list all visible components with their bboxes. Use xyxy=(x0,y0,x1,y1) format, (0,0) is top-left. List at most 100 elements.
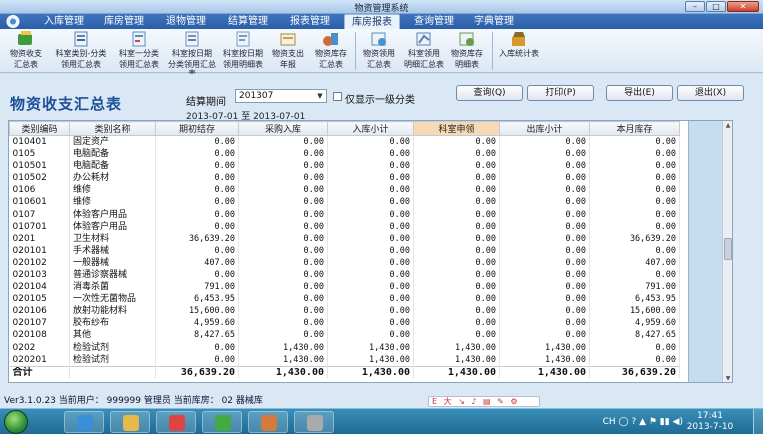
table-cell: 0.00 xyxy=(499,293,590,306)
table-row[interactable]: 0201 卫生材料 36,639.20 0.00 0.00 0.00 0.00 36,639.… xyxy=(9,232,680,245)
taskbar-app-paint[interactable] xyxy=(248,411,288,433)
col-header-name[interactable]: 类别名称 xyxy=(69,121,156,136)
period-select[interactable]: 201307 ▼ xyxy=(235,89,327,103)
table-row[interactable]: 0107 体验客户用品 0.00 0.00 0.00 0.00 0.00 0.00 xyxy=(9,208,680,221)
clock-date[interactable]: 2013-7-10 xyxy=(683,422,737,432)
export-button[interactable]: 导出(E) xyxy=(606,85,673,101)
menu-dictionary[interactable]: 字典管理 xyxy=(468,14,520,29)
start-button[interactable] xyxy=(4,410,28,434)
table-row[interactable]: 010601 维修 0.00 0.00 0.00 0.00 0.00 0.00 xyxy=(9,196,680,209)
table-row[interactable]: 020105 一次性无菌物品 6,453.95 0.00 0.00 0.00 0.00 6,4… xyxy=(9,293,680,306)
maximize-button[interactable]: □ xyxy=(706,1,726,12)
tool-inbound-stats[interactable]: 入库统计表 xyxy=(496,31,542,71)
table-row[interactable]: 010701 体验客户用品 0.00 0.00 0.00 0.00 0.00 0.00 xyxy=(9,220,680,233)
table-row[interactable]: 020108 其他 8,427.65 0.00 0.00 0.00 0.00 8,427.65 xyxy=(9,329,680,342)
query-button[interactable]: 查询(Q) xyxy=(456,85,523,101)
menu-inbound[interactable]: 入库管理 xyxy=(38,14,90,29)
col-header-opening[interactable]: 期初结存 xyxy=(155,121,239,136)
scroll-down-icon[interactable]: ▼ xyxy=(724,375,732,382)
table-cell: 0.00 xyxy=(238,268,328,282)
table-row[interactable]: 020103 普通诊察器械 0.00 0.00 0.00 0.00 0.00 0.00 xyxy=(9,268,680,282)
table-cell: 0.00 xyxy=(327,184,414,197)
tool-date-detail[interactable]: 科室按日期 领用明细表 xyxy=(220,31,266,71)
table-cell: 1,430.00 xyxy=(413,353,500,367)
tool-dept-class[interactable]: 科室一分类 领用汇总表 xyxy=(114,31,164,71)
menu-return[interactable]: 退物管理 xyxy=(160,14,212,29)
table-cell: 0.00 xyxy=(499,232,590,245)
col-header-inbound-subtotal[interactable]: 入库小计 xyxy=(327,121,414,136)
table-row[interactable]: 010502 办公耗材 0.00 0.00 0.00 0.00 0.00 0.00 xyxy=(9,172,680,185)
chevron-down-icon[interactable]: ▼ xyxy=(315,91,325,101)
table-cell: 0.00 xyxy=(499,256,590,269)
exit-button[interactable]: 退出(X) xyxy=(677,85,744,101)
tool-stock-detail[interactable]: 物资库存 明细表 xyxy=(446,31,488,71)
table-cell: 0.00 xyxy=(589,184,680,197)
table-cell: 0.00 xyxy=(238,281,328,294)
col-header-purchase[interactable]: 采购入库 xyxy=(238,121,328,136)
tool-date-class[interactable]: 科室按日期 分类领用汇总表 xyxy=(166,31,218,78)
vertical-scrollbar[interactable]: ▲ ▼ xyxy=(722,121,732,382)
total-row: 合计 36,639.20 1,430.00 1,430.00 1,430.00 … xyxy=(9,365,680,379)
menu-warehouse[interactable]: 库房管理 xyxy=(98,14,150,29)
table-row[interactable]: 020107 胶布纱布 4,959.60 0.00 0.00 0.00 0.00 4,959.… xyxy=(9,317,680,330)
table-row[interactable]: 010401 固定资产 0.00 0.00 0.00 0.00 0.00 0.00 xyxy=(9,135,680,148)
table-row[interactable]: 0202 检验试剂 0.00 1,430.00 1,430.00 1,430.00 1,43… xyxy=(9,341,680,354)
table-cell: 0.00 xyxy=(155,268,239,282)
clock-time[interactable]: 17:41 xyxy=(683,411,737,421)
tool-dept-use-label-1: 科室领用 xyxy=(408,49,440,58)
tool-dept-use[interactable]: 科室领用 明细汇总表 xyxy=(402,31,446,71)
table-row[interactable]: 020106 放射功能材料 15,600.00 0.00 0.00 0.00 0.00 15,… xyxy=(9,305,680,318)
table-cell: 其他 xyxy=(69,329,156,342)
table-cell: 020108 xyxy=(9,329,70,342)
table-cell: 0.00 xyxy=(413,281,500,294)
table-cell: 0.00 xyxy=(238,329,328,342)
tool-use-summary[interactable]: 物资领用 汇总表 xyxy=(358,31,400,71)
taskbar-app-folder[interactable] xyxy=(110,411,150,433)
table-cell: 0.00 xyxy=(499,172,590,185)
show-desktop-button[interactable] xyxy=(753,409,763,434)
notepad-icon xyxy=(307,415,323,431)
tool-dept-class-label-2: 领用汇总表 xyxy=(119,60,159,69)
taskbar-app-app-green[interactable] xyxy=(202,411,242,433)
menu-query[interactable]: 查询管理 xyxy=(408,14,460,29)
scroll-thumb[interactable] xyxy=(724,238,732,260)
table-row[interactable]: 020102 一般器械 407.00 0.00 0.00 0.00 0.00 407.00 xyxy=(9,256,680,269)
tool-summary[interactable]: 物资收支 汇总表 xyxy=(4,31,48,71)
minimize-button[interactable]: – xyxy=(685,1,705,12)
menu-settlement[interactable]: 结算管理 xyxy=(222,14,274,29)
menu-warehouse-reports[interactable]: 库房报表 xyxy=(344,14,400,29)
table-cell: 0.00 xyxy=(413,135,500,148)
col-header-code[interactable]: 类别编码 xyxy=(9,121,70,136)
ime-toolbar[interactable]: E 大 ↘ ♪ ▤ ✎ ⚙ xyxy=(428,396,540,407)
table-row[interactable]: 0105 电脑配备 0.00 0.00 0.00 0.00 0.00 0.00 xyxy=(9,148,680,161)
first-level-only-checkbox[interactable] xyxy=(333,92,342,101)
taskbar-app-notepad[interactable] xyxy=(294,411,334,433)
col-header-dept-request[interactable]: 科室申领 xyxy=(413,121,500,136)
table-cell: 0.00 xyxy=(238,244,328,257)
table-cell: 020101 xyxy=(9,244,70,257)
table-cell: 0201 xyxy=(9,232,70,245)
tool-use-summary-label-1: 物资领用 xyxy=(363,49,395,58)
table-row[interactable]: 020101 手术器械 0.00 0.00 0.00 0.00 0.00 0.00 xyxy=(9,244,680,257)
col-header-month-stock[interactable]: 本月库存 xyxy=(589,121,680,136)
scroll-up-icon[interactable]: ▲ xyxy=(724,122,732,130)
col-header-outbound-subtotal[interactable]: 出库小计 xyxy=(499,121,590,136)
date-detail-icon xyxy=(236,31,250,47)
table-row[interactable]: 010501 电脑配备 0.00 0.00 0.00 0.00 0.00 0.00 xyxy=(9,160,680,173)
menu-reports[interactable]: 报表管理 xyxy=(284,14,336,29)
table-header-row: 类别编码 类别名称 期初结存 采购入库 入库小计 科室申领 出库小计 本月库存 xyxy=(9,121,680,136)
tool-dept-category[interactable]: 科室类别-分类 领用汇总表 xyxy=(50,31,112,71)
tool-stock-summary[interactable]: 物资库存 汇总表 xyxy=(310,31,352,71)
table-cell: 36,639.20 xyxy=(155,232,239,245)
taskbar-app-explorer-ie[interactable] xyxy=(64,411,104,433)
tray-icons[interactable]: CH ◯ ? ▲ ⚑ ▮▮ ◀) xyxy=(603,417,683,427)
table-cell: 0.00 xyxy=(238,184,328,197)
tool-annual-report[interactable]: 物资支出 年报 xyxy=(268,31,308,71)
close-button[interactable]: ✕ xyxy=(727,1,759,12)
print-button[interactable]: 打印(P) xyxy=(527,85,594,101)
taskbar-app-chrome[interactable] xyxy=(156,411,196,433)
table-row[interactable]: 0106 维修 0.00 0.00 0.00 0.00 0.00 0.00 xyxy=(9,184,680,197)
table-cell: 010401 xyxy=(9,135,70,148)
table-row[interactable]: 020104 消毒杀菌 791.00 0.00 0.00 0.00 0.00 791.00 xyxy=(9,281,680,294)
table-row[interactable]: 020201 检验试剂 0.00 1,430.00 1,430.00 1,430.00 1,… xyxy=(9,353,680,367)
